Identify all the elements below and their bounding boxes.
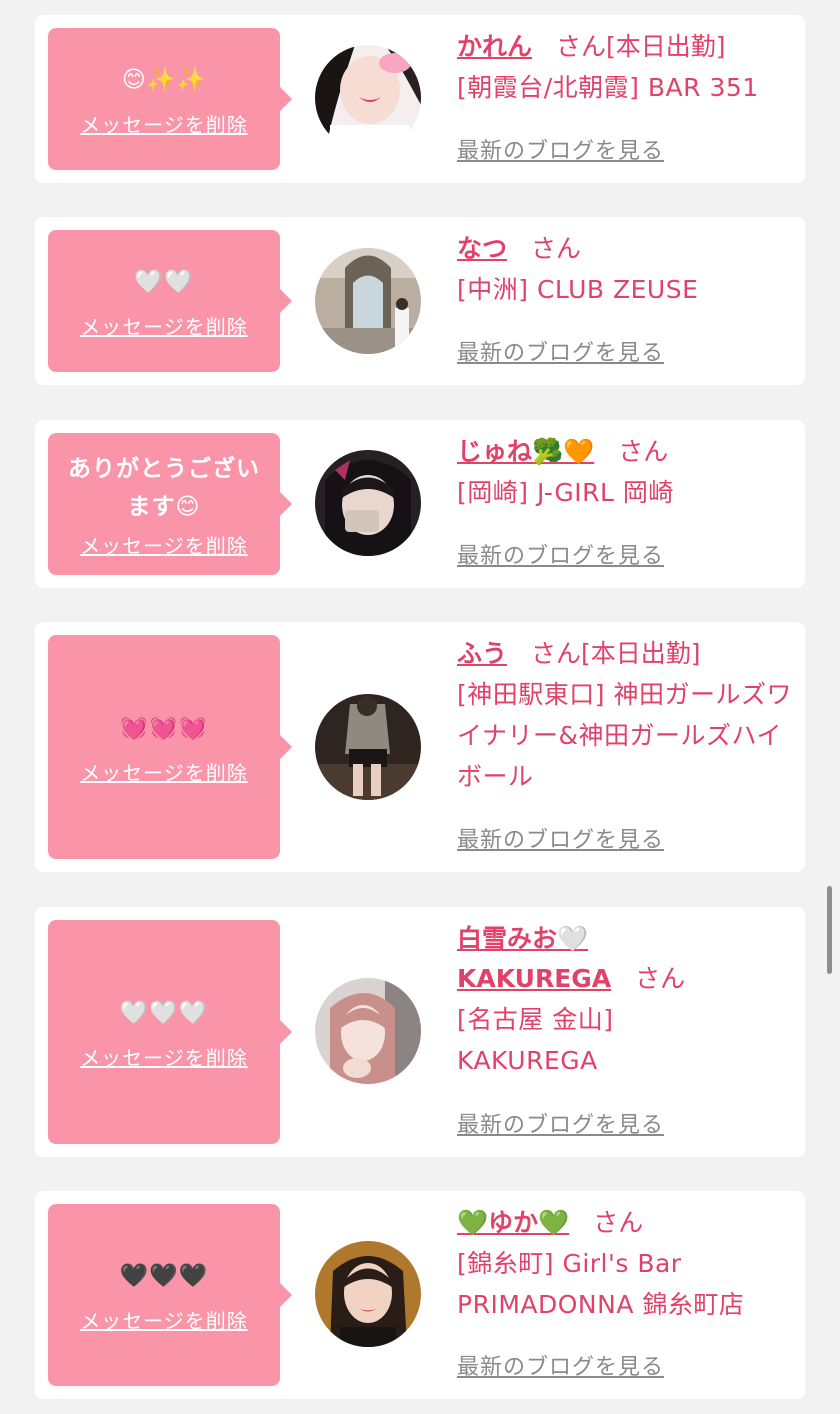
shop-name: [朝霞台/北朝霞] BAR 351 <box>457 73 759 102</box>
list-item: 🤍🤍 メッセージを削除 なつ さん [中洲] CLUB ZEUSE 最新のブログを… <box>35 217 805 385</box>
message-text: 🤍🤍🤍 <box>119 999 209 1026</box>
delete-message-link[interactable]: メッセージを削除 <box>80 1042 248 1071</box>
avatar[interactable] <box>315 450 421 556</box>
shop-name: [錦糸町] Girl's Bar PRIMADONNA 錦糸町店 <box>457 1249 745 1319</box>
message-text: 😊✨✨ <box>121 66 207 93</box>
message-bubble: 💓💓💓 メッセージを削除 <box>48 635 292 859</box>
message-bubble: 🖤🖤🖤 メッセージを削除 <box>48 1204 292 1386</box>
list-item: ありがとうございます😊 メッセージを削除 じゅね🥦🧡 さん [岡崎] J-GIRL… <box>35 420 805 588</box>
cast-info: かれん さん[本日出勤] [朝霞台/北朝霞] BAR 351 <box>457 27 799 108</box>
message-text: ありがとうございます😊 <box>68 455 260 520</box>
work-status: [本日出勤] <box>606 32 726 61</box>
cast-info: 💚ゆか💚 さん [錦糸町] Girl's Bar PRIMADONNA 錦糸町店 <box>457 1203 799 1325</box>
list-item: 💓💓💓 メッセージを削除 ふう さん[本日出勤] [神田駅東口] 神田ガールズワイ… <box>35 622 805 872</box>
message-text: 💓💓💓 <box>119 714 209 741</box>
cast-name-link[interactable]: ふう <box>457 639 507 668</box>
honorific: さん <box>593 1208 644 1237</box>
message-bubble: ありがとうございます😊 メッセージを削除 <box>48 433 292 575</box>
avatar[interactable] <box>315 1241 421 1347</box>
cast-name-link[interactable]: 白雪みお🤍KAKUREGA <box>457 924 611 993</box>
list-item: 🖤🖤🖤 メッセージを削除 💚ゆか💚 さん [錦糸町] Girl's Bar PRI… <box>35 1191 805 1399</box>
message-text: 🖤🖤🖤 <box>119 1262 209 1289</box>
shop-name: [岡崎] J-GIRL 岡崎 <box>457 478 674 507</box>
cast-info: ふう さん[本日出勤] [神田駅東口] 神田ガールズワイナリー&神田ガールズハイボ… <box>457 634 799 797</box>
latest-blog-link[interactable]: 最新のブログを見る <box>457 822 664 854</box>
scrollbar[interactable] <box>827 886 832 974</box>
list-item: 🤍🤍🤍 メッセージを削除 白雪みお🤍KAKUREGA さん [名古屋 金山] KA… <box>35 907 805 1157</box>
cast-name-link[interactable]: なつ <box>457 234 507 263</box>
message-bubble: 😊✨✨ メッセージを削除 <box>48 28 292 170</box>
delete-message-link[interactable]: メッセージを削除 <box>80 757 248 786</box>
honorific: さん <box>635 964 686 993</box>
shop-name: [名古屋 金山] KAKUREGA <box>457 1005 614 1075</box>
shop-name: [神田駅東口] 神田ガールズワイナリー&神田ガールズハイボール <box>457 680 792 791</box>
cast-name-link[interactable]: 💚ゆか💚 <box>457 1208 569 1237</box>
message-text: 🤍🤍 <box>134 268 194 295</box>
cast-info: なつ さん [中洲] CLUB ZEUSE <box>457 229 799 310</box>
latest-blog-link[interactable]: 最新のブログを見る <box>457 335 664 367</box>
message-bubble: 🤍🤍🤍 メッセージを削除 <box>48 920 292 1144</box>
honorific: さん <box>531 639 582 668</box>
latest-blog-link[interactable]: 最新のブログを見る <box>457 1349 664 1381</box>
cast-name-link[interactable]: じゅね🥦🧡 <box>457 437 594 466</box>
latest-blog-link[interactable]: 最新のブログを見る <box>457 133 664 165</box>
latest-blog-link[interactable]: 最新のブログを見る <box>457 1107 664 1139</box>
list-item: 😊✨✨ メッセージを削除 かれん さん[本日出勤] [朝霞台/北朝霞] BAR 3… <box>35 15 805 183</box>
honorific: さん <box>556 32 607 61</box>
avatar[interactable] <box>315 45 421 151</box>
shop-name: [中洲] CLUB ZEUSE <box>457 275 699 304</box>
honorific: さん <box>531 234 582 263</box>
avatar[interactable] <box>315 694 421 800</box>
honorific: さん <box>618 437 669 466</box>
message-list: 😊✨✨ メッセージを削除 かれん さん[本日出勤] [朝霞台/北朝霞] BAR 3… <box>0 0 840 1414</box>
cast-info: 白雪みお🤍KAKUREGA さん [名古屋 金山] KAKUREGA <box>457 919 799 1081</box>
avatar[interactable] <box>315 248 421 354</box>
latest-blog-link[interactable]: 最新のブログを見る <box>457 538 664 570</box>
delete-message-link[interactable]: メッセージを削除 <box>80 109 248 138</box>
cast-name-link[interactable]: かれん <box>457 32 532 61</box>
delete-message-link[interactable]: メッセージを削除 <box>80 1305 248 1334</box>
avatar[interactable] <box>315 978 421 1084</box>
delete-message-link[interactable]: メッセージを削除 <box>80 311 248 340</box>
message-bubble: 🤍🤍 メッセージを削除 <box>48 230 292 372</box>
cast-info: じゅね🥦🧡 さん [岡崎] J-GIRL 岡崎 <box>457 432 799 513</box>
delete-message-link[interactable]: メッセージを削除 <box>80 530 248 559</box>
work-status: [本日出勤] <box>581 639 701 668</box>
